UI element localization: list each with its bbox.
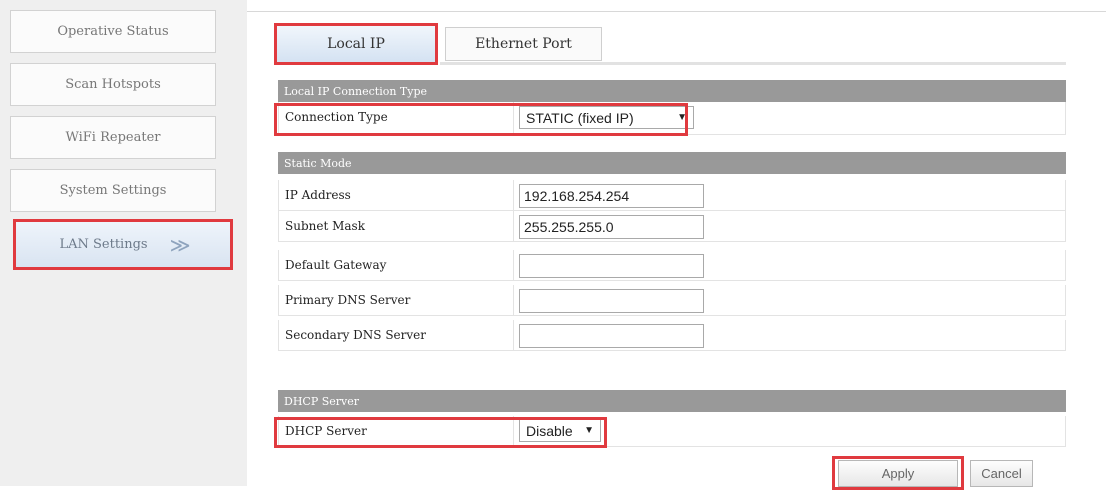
divider xyxy=(513,211,514,241)
double-chevron-right-icon: ≫ xyxy=(169,232,191,257)
connection-type-label: Connection Type xyxy=(285,109,388,124)
dhcp-server-select[interactable]: Disable ▼ xyxy=(519,419,601,442)
section-header-static-mode: Static Mode xyxy=(278,152,1066,174)
sidebar-item-label: Scan Hotspots xyxy=(65,77,161,92)
secondary-dns-input[interactable] xyxy=(519,324,704,348)
primary-dns-row: Primary DNS Server xyxy=(278,285,1066,316)
button-label: Cancel xyxy=(981,466,1022,481)
section-title: DHCP Server xyxy=(284,394,360,408)
tab-underline xyxy=(440,62,1066,65)
divider xyxy=(247,11,1106,12)
selected-value: Disable xyxy=(526,422,573,439)
field-label: Primary DNS Server xyxy=(285,292,411,307)
subnet-mask-input[interactable]: 255.255.255.0 xyxy=(519,215,704,239)
field-label: Secondary DNS Server xyxy=(285,327,426,342)
tab-label: Local IP xyxy=(327,36,385,52)
field-label: Default Gateway xyxy=(285,257,387,272)
section-title: Static Mode xyxy=(284,156,352,170)
sidebar: Operative Status Scan Hotspots WiFi Repe… xyxy=(0,0,247,486)
sidebar-item-label: WiFi Repeater xyxy=(65,130,161,145)
dropdown-caret-icon: ▼ xyxy=(677,112,687,123)
apply-button[interactable]: Apply xyxy=(838,460,958,487)
tab-label: Ethernet Port xyxy=(475,36,572,52)
sidebar-item-system-settings[interactable]: System Settings xyxy=(10,169,216,212)
section-header-connection-type: Local IP Connection Type xyxy=(278,80,1066,102)
cancel-button[interactable]: Cancel xyxy=(970,460,1033,487)
tab-ethernet-port[interactable]: Ethernet Port xyxy=(445,27,602,61)
sidebar-item-operative-status[interactable]: Operative Status xyxy=(10,10,216,53)
dropdown-caret-icon: ▼ xyxy=(584,425,594,436)
divider xyxy=(513,102,514,134)
sidebar-item-label: System Settings xyxy=(59,183,167,198)
primary-dns-input[interactable] xyxy=(519,289,704,313)
connection-type-select[interactable]: STATIC (fixed IP) ▼ xyxy=(519,106,694,129)
default-gateway-row: Default Gateway xyxy=(278,250,1066,281)
default-gateway-input[interactable] xyxy=(519,254,704,278)
ip-address-input[interactable]: 192.168.254.254 xyxy=(519,184,704,208)
tab-local-ip[interactable]: Local IP xyxy=(274,23,438,65)
sidebar-item-lan-settings[interactable]: LAN Settings ≫ xyxy=(13,219,233,270)
subnet-mask-row: Subnet Mask 255.255.255.0 xyxy=(278,211,1066,242)
divider xyxy=(513,320,514,350)
button-label: Apply xyxy=(881,466,915,481)
sidebar-item-label: LAN Settings xyxy=(59,237,148,252)
ip-address-row: IP Address 192.168.254.254 xyxy=(278,180,1066,211)
dhcp-server-row: DHCP Server Disable ▼ xyxy=(278,416,1066,447)
main-panel xyxy=(247,0,1106,486)
sidebar-item-scan-hotspots[interactable]: Scan Hotspots xyxy=(10,63,216,106)
section-title: Local IP Connection Type xyxy=(284,84,428,98)
divider xyxy=(513,180,514,210)
sidebar-item-wifi-repeater[interactable]: WiFi Repeater xyxy=(10,116,216,159)
field-label: IP Address xyxy=(285,187,351,202)
section-header-dhcp-server: DHCP Server xyxy=(278,390,1066,412)
field-label: Subnet Mask xyxy=(285,218,365,233)
selected-value: STATIC (fixed IP) xyxy=(526,109,634,126)
divider xyxy=(513,250,514,280)
sidebar-item-label: Operative Status xyxy=(57,24,169,39)
connection-type-row: Connection Type STATIC (fixed IP) ▼ xyxy=(278,102,1066,135)
secondary-dns-row: Secondary DNS Server xyxy=(278,320,1066,351)
dhcp-server-label: DHCP Server xyxy=(285,423,367,438)
divider xyxy=(513,416,514,446)
divider xyxy=(513,285,514,315)
